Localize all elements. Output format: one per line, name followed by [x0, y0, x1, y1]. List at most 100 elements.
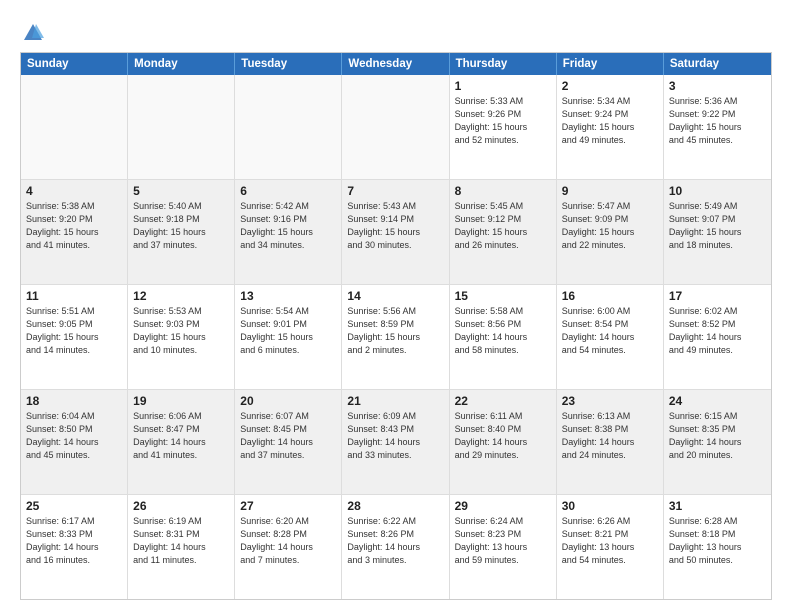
calendar-cell: 19Sunrise: 6:06 AM Sunset: 8:47 PM Dayli…: [128, 390, 235, 494]
calendar-cell: [342, 75, 449, 179]
day-info: Sunrise: 6:15 AM Sunset: 8:35 PM Dayligh…: [669, 410, 766, 462]
day-info: Sunrise: 5:47 AM Sunset: 9:09 PM Dayligh…: [562, 200, 658, 252]
day-info: Sunrise: 5:54 AM Sunset: 9:01 PM Dayligh…: [240, 305, 336, 357]
calendar-cell: 26 Sunrise: 6:19 AM Sunset: 8:31 PM Dayli…: [128, 495, 235, 599]
header-cell-sunday: Sunday: [21, 53, 128, 75]
day-info: Sunrise: 6:11 AM Sunset: 8:40 PM Dayligh…: [455, 410, 551, 462]
day-info: Sunrise: 6:13 AM Sunset: 8:38 PM Dayligh…: [562, 410, 658, 462]
day-number: 4: [26, 184, 122, 198]
calendar-row-3: 11 Sunrise: 5:51 AM Sunset: 9:05 PM Dayli…: [21, 285, 771, 390]
day-info: Sunrise: 5:51 AM Sunset: 9:05 PM Dayligh…: [26, 305, 122, 357]
calendar-cell: 24 Sunrise: 6:15 AM Sunset: 8:35 PM Dayli…: [664, 390, 771, 494]
logo: [20, 22, 44, 44]
header-cell-monday: Monday: [128, 53, 235, 75]
page: SundayMondayTuesdayWednesdayThursdayFrid…: [0, 0, 792, 612]
calendar: SundayMondayTuesdayWednesdayThursdayFrid…: [20, 52, 772, 600]
day-number: 28: [347, 499, 443, 513]
calendar-cell: 6Sunrise: 5:42 AM Sunset: 9:16 PM Daylig…: [235, 180, 342, 284]
calendar-cell: 21Sunrise: 6:09 AM Sunset: 8:43 PM Dayli…: [342, 390, 449, 494]
header-cell-tuesday: Tuesday: [235, 53, 342, 75]
calendar-cell: 23 Sunrise: 6:13 AM Sunset: 8:38 PM Dayli…: [557, 390, 664, 494]
day-number: 12: [133, 289, 229, 303]
calendar-cell: 2Sunrise: 5:34 AM Sunset: 9:24 PM Daylig…: [557, 75, 664, 179]
calendar-cell: 1Sunrise: 5:33 AM Sunset: 9:26 PM Daylig…: [450, 75, 557, 179]
day-info: Sunrise: 6:02 AM Sunset: 8:52 PM Dayligh…: [669, 305, 766, 357]
calendar-cell: 12 Sunrise: 5:53 AM Sunset: 9:03 PM Dayli…: [128, 285, 235, 389]
day-number: 6: [240, 184, 336, 198]
calendar-cell: 29Sunrise: 6:24 AM Sunset: 8:23 PM Dayli…: [450, 495, 557, 599]
day-info: Sunrise: 5:34 AM Sunset: 9:24 PM Dayligh…: [562, 95, 658, 147]
calendar-cell: 17 Sunrise: 6:02 AM Sunset: 8:52 PM Dayli…: [664, 285, 771, 389]
day-info: Sunrise: 6:17 AM Sunset: 8:33 PM Dayligh…: [26, 515, 122, 567]
calendar-cell: 8 Sunrise: 5:45 AM Sunset: 9:12 PM Daylig…: [450, 180, 557, 284]
header: [20, 18, 772, 44]
day-info: Sunrise: 5:49 AM Sunset: 9:07 PM Dayligh…: [669, 200, 766, 252]
day-number: 31: [669, 499, 766, 513]
day-info: Sunrise: 6:20 AM Sunset: 8:28 PM Dayligh…: [240, 515, 336, 567]
calendar-cell: 31 Sunrise: 6:28 AM Sunset: 8:18 PM Dayli…: [664, 495, 771, 599]
day-info: Sunrise: 5:38 AM Sunset: 9:20 PM Dayligh…: [26, 200, 122, 252]
calendar-cell: 4 Sunrise: 5:38 AM Sunset: 9:20 PM Daylig…: [21, 180, 128, 284]
day-number: 9: [562, 184, 658, 198]
calendar-row-2: 4 Sunrise: 5:38 AM Sunset: 9:20 PM Daylig…: [21, 180, 771, 285]
day-number: 23: [562, 394, 658, 408]
day-info: Sunrise: 5:43 AM Sunset: 9:14 PM Dayligh…: [347, 200, 443, 252]
day-info: Sunrise: 6:00 AM Sunset: 8:54 PM Dayligh…: [562, 305, 658, 357]
day-info: Sunrise: 5:36 AM Sunset: 9:22 PM Dayligh…: [669, 95, 766, 147]
calendar-cell: 10 Sunrise: 5:49 AM Sunset: 9:07 PM Dayli…: [664, 180, 771, 284]
day-number: 17: [669, 289, 766, 303]
day-number: 11: [26, 289, 122, 303]
day-number: 20: [240, 394, 336, 408]
header-cell-thursday: Thursday: [450, 53, 557, 75]
day-number: 25: [26, 499, 122, 513]
day-number: 1: [455, 79, 551, 93]
day-info: Sunrise: 6:28 AM Sunset: 8:18 PM Dayligh…: [669, 515, 766, 567]
day-number: 10: [669, 184, 766, 198]
day-info: Sunrise: 6:19 AM Sunset: 8:31 PM Dayligh…: [133, 515, 229, 567]
calendar-cell: 18Sunrise: 6:04 AM Sunset: 8:50 PM Dayli…: [21, 390, 128, 494]
day-number: 26: [133, 499, 229, 513]
day-info: Sunrise: 5:40 AM Sunset: 9:18 PM Dayligh…: [133, 200, 229, 252]
day-number: 30: [562, 499, 658, 513]
calendar-row-4: 18Sunrise: 6:04 AM Sunset: 8:50 PM Dayli…: [21, 390, 771, 495]
day-info: Sunrise: 6:26 AM Sunset: 8:21 PM Dayligh…: [562, 515, 658, 567]
day-info: Sunrise: 6:22 AM Sunset: 8:26 PM Dayligh…: [347, 515, 443, 567]
day-info: Sunrise: 5:53 AM Sunset: 9:03 PM Dayligh…: [133, 305, 229, 357]
calendar-row-1: 1Sunrise: 5:33 AM Sunset: 9:26 PM Daylig…: [21, 75, 771, 180]
header-cell-saturday: Saturday: [664, 53, 771, 75]
day-info: Sunrise: 5:45 AM Sunset: 9:12 PM Dayligh…: [455, 200, 551, 252]
day-number: 13: [240, 289, 336, 303]
calendar-cell: 16Sunrise: 6:00 AM Sunset: 8:54 PM Dayli…: [557, 285, 664, 389]
calendar-body: 1Sunrise: 5:33 AM Sunset: 9:26 PM Daylig…: [21, 75, 771, 599]
day-info: Sunrise: 5:56 AM Sunset: 8:59 PM Dayligh…: [347, 305, 443, 357]
calendar-cell: [235, 75, 342, 179]
day-info: Sunrise: 6:07 AM Sunset: 8:45 PM Dayligh…: [240, 410, 336, 462]
day-number: 24: [669, 394, 766, 408]
calendar-cell: 11 Sunrise: 5:51 AM Sunset: 9:05 PM Dayli…: [21, 285, 128, 389]
header-cell-friday: Friday: [557, 53, 664, 75]
day-info: Sunrise: 5:58 AM Sunset: 8:56 PM Dayligh…: [455, 305, 551, 357]
day-number: 15: [455, 289, 551, 303]
calendar-cell: 13 Sunrise: 5:54 AM Sunset: 9:01 PM Dayli…: [235, 285, 342, 389]
calendar-cell: 25 Sunrise: 6:17 AM Sunset: 8:33 PM Dayli…: [21, 495, 128, 599]
day-number: 22: [455, 394, 551, 408]
calendar-cell: 9 Sunrise: 5:47 AM Sunset: 9:09 PM Daylig…: [557, 180, 664, 284]
calendar-cell: 20 Sunrise: 6:07 AM Sunset: 8:45 PM Dayli…: [235, 390, 342, 494]
day-info: Sunrise: 6:06 AM Sunset: 8:47 PM Dayligh…: [133, 410, 229, 462]
day-number: 5: [133, 184, 229, 198]
calendar-cell: 27 Sunrise: 6:20 AM Sunset: 8:28 PM Dayli…: [235, 495, 342, 599]
calendar-cell: 5 Sunrise: 5:40 AM Sunset: 9:18 PM Daylig…: [128, 180, 235, 284]
calendar-cell: 7Sunrise: 5:43 AM Sunset: 9:14 PM Daylig…: [342, 180, 449, 284]
day-number: 27: [240, 499, 336, 513]
calendar-cell: [128, 75, 235, 179]
calendar-cell: 3 Sunrise: 5:36 AM Sunset: 9:22 PM Daylig…: [664, 75, 771, 179]
day-info: Sunrise: 6:09 AM Sunset: 8:43 PM Dayligh…: [347, 410, 443, 462]
day-number: 14: [347, 289, 443, 303]
day-number: 29: [455, 499, 551, 513]
calendar-cell: 15 Sunrise: 5:58 AM Sunset: 8:56 PM Dayli…: [450, 285, 557, 389]
day-number: 8: [455, 184, 551, 198]
calendar-cell: 14 Sunrise: 5:56 AM Sunset: 8:59 PM Dayli…: [342, 285, 449, 389]
day-number: 3: [669, 79, 766, 93]
calendar-cell: 28 Sunrise: 6:22 AM Sunset: 8:26 PM Dayli…: [342, 495, 449, 599]
calendar-row-5: 25 Sunrise: 6:17 AM Sunset: 8:33 PM Dayli…: [21, 495, 771, 599]
